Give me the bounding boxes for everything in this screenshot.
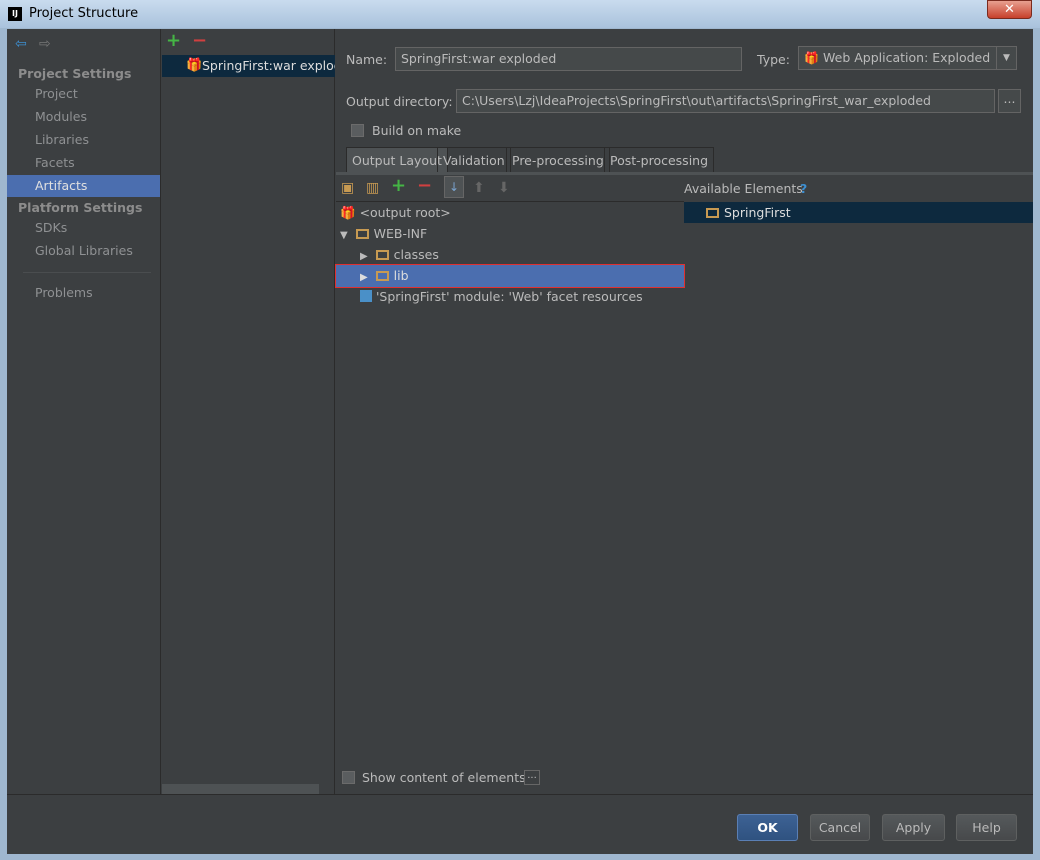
artifact-list: + − 🎁 SpringFirst:war exploded — [162, 29, 335, 794]
sidebar-item-sdks[interactable]: SDKs — [7, 217, 160, 239]
folder-icon — [355, 229, 369, 239]
type-select[interactable]: 🎁 Web Application: Exploded ▼ — [798, 46, 1017, 70]
tab-underline — [336, 172, 1033, 175]
dialog: ⇦ ⇨ Project Settings Project Modules Lib… — [7, 29, 1033, 854]
divider — [23, 272, 151, 273]
tree-item-label: WEB-INF — [373, 226, 428, 241]
name-input[interactable]: SpringFirst:war exploded — [395, 47, 742, 71]
tree-item-label: lib — [393, 268, 409, 283]
available-elements-title: Available Elements — [684, 181, 803, 196]
sidebar-item-global-libraries[interactable]: Global Libraries — [7, 240, 160, 262]
back-arrow-icon[interactable]: ⇦ — [15, 36, 27, 52]
browse-button[interactable]: ... — [998, 89, 1021, 113]
create-directory-icon[interactable]: ▣ — [341, 180, 354, 196]
show-content-checkbox[interactable] — [342, 771, 355, 784]
build-on-make-label[interactable]: Build on make — [372, 123, 461, 138]
tree-item-label: 'SpringFirst' module: 'Web' facet resour… — [376, 289, 643, 304]
tree-item-label: <output root> — [359, 205, 451, 220]
remove-artifact-button[interactable]: − — [192, 32, 207, 50]
tree-item-lib[interactable]: ▶ lib — [360, 265, 409, 286]
tab-post-processing[interactable]: Post-processing — [604, 147, 715, 172]
help-icon[interactable]: ? — [800, 181, 807, 196]
collapsed-arrow-icon[interactable]: ▶ — [360, 251, 368, 262]
web-facet-icon — [360, 290, 372, 302]
sidebar-item-libraries[interactable]: Libraries — [7, 129, 160, 151]
module-folder-icon — [706, 208, 719, 218]
sidebar-item-facets[interactable]: Facets — [7, 152, 160, 174]
sort-icon[interactable]: ↓ — [444, 176, 464, 198]
sidebar-item-artifacts[interactable]: Artifacts — [7, 175, 160, 197]
available-item-label: SpringFirst — [724, 205, 791, 220]
tree-item-output-root[interactable]: 🎁 <output root> — [340, 202, 451, 223]
output-directory-input[interactable]: C:\Users\Lzj\IdeaProjects\SpringFirst\ou… — [456, 89, 995, 113]
move-down-icon[interactable]: ⬇ — [498, 180, 510, 196]
apply-button[interactable]: Apply — [882, 814, 945, 841]
show-content-label[interactable]: Show content of elements — [362, 770, 526, 785]
platform-settings-header: Platform Settings — [18, 200, 143, 215]
divider — [7, 794, 1033, 795]
cancel-button[interactable]: Cancel — [810, 814, 870, 841]
tree-item-classes[interactable]: ▶ classes — [360, 244, 439, 265]
folder-icon — [375, 271, 389, 281]
ok-button[interactable]: OK — [737, 814, 798, 841]
folder-icon — [375, 250, 389, 260]
tree-item-web-inf[interactable]: ▼ WEB-INF — [340, 223, 427, 244]
artifact-icon: 🎁 — [186, 58, 203, 73]
sidebar-item-modules[interactable]: Modules — [7, 106, 160, 128]
output-root-icon: 🎁 — [340, 205, 356, 220]
title-bar — [0, 0, 1040, 28]
forward-arrow-icon[interactable]: ⇨ — [39, 36, 51, 52]
build-on-make-checkbox[interactable] — [351, 124, 364, 137]
horizontal-scrollbar[interactable] — [162, 784, 319, 794]
add-artifact-button[interactable]: + — [166, 32, 181, 50]
window-title: Project Structure — [29, 6, 139, 21]
tab-pre-processing[interactable]: Pre-processing — [506, 147, 610, 172]
create-archive-icon[interactable]: ▥ — [366, 180, 379, 196]
tab-validation[interactable]: Validation — [437, 147, 511, 172]
sidebar-item-problems[interactable]: Problems — [7, 282, 160, 304]
output-directory-label: Output directory: — [346, 94, 453, 109]
name-label: Name: — [346, 52, 388, 67]
sidebar: ⇦ ⇨ Project Settings Project Modules Lib… — [7, 29, 161, 794]
type-select-value: Web Application: Exploded — [823, 50, 991, 65]
web-app-icon: 🎁 — [804, 51, 819, 65]
tree-item-facet-resources[interactable]: 'SpringFirst' module: 'Web' facet resour… — [360, 286, 643, 307]
app-logo: IJ — [8, 7, 22, 21]
move-up-icon[interactable]: ⬆ — [473, 180, 485, 196]
add-element-icon[interactable]: + — [391, 177, 406, 195]
help-button[interactable]: Help — [956, 814, 1017, 841]
tab-output-layout[interactable]: Output Layout — [346, 147, 448, 172]
artifact-item-label: SpringFirst:war exploded — [202, 58, 335, 73]
project-settings-header: Project Settings — [18, 66, 132, 81]
type-label: Type: — [757, 52, 790, 67]
tree-item-label: classes — [393, 247, 439, 262]
artifact-item[interactable]: 🎁 SpringFirst:war exploded — [162, 55, 335, 77]
chevron-down-icon[interactable]: ▼ — [996, 47, 1016, 69]
collapsed-arrow-icon[interactable]: ▶ — [360, 272, 368, 283]
sidebar-item-project[interactable]: Project — [7, 83, 160, 105]
expanded-arrow-icon[interactable]: ▼ — [340, 230, 348, 241]
remove-element-icon[interactable]: − — [417, 177, 432, 195]
show-content-options-button[interactable]: ... — [524, 770, 540, 785]
available-item-springfirst[interactable]: SpringFirst — [684, 202, 1033, 223]
close-button[interactable]: ✕ — [987, 0, 1032, 19]
